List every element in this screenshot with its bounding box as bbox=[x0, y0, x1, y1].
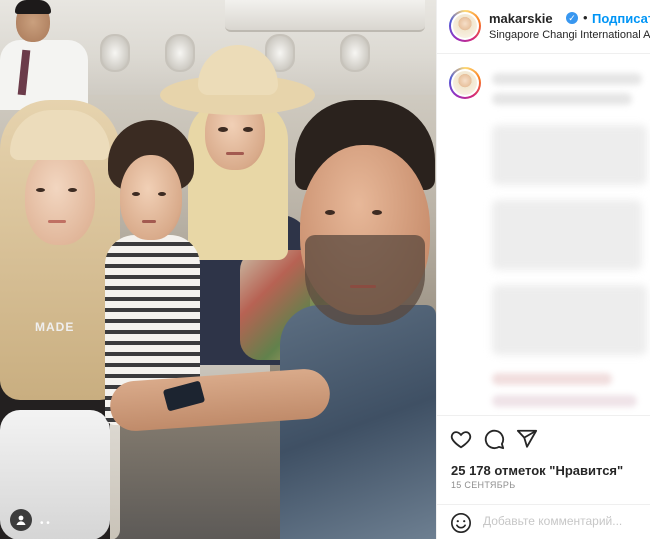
comment-icon[interactable] bbox=[482, 427, 506, 451]
cabin-window bbox=[100, 34, 130, 72]
overhead-bin bbox=[225, 0, 425, 32]
blurred-caption bbox=[492, 125, 647, 185]
man-right bbox=[108, 85, 436, 539]
blurred-caption bbox=[492, 373, 612, 385]
post-date[interactable]: 15 СЕНТЯБРЬ bbox=[451, 480, 515, 490]
avatar[interactable] bbox=[449, 67, 481, 99]
separator-dot: • bbox=[583, 10, 588, 25]
follow-button[interactable]: Подписаться bbox=[592, 11, 650, 26]
likes-count[interactable]: 25 178 отметок "Нравится" bbox=[451, 463, 623, 478]
heart-icon[interactable] bbox=[449, 427, 473, 451]
comment-input[interactable]: Добавьте комментарий... bbox=[483, 514, 622, 528]
photo-dots: • • bbox=[40, 518, 50, 529]
emoji-icon[interactable] bbox=[449, 511, 473, 535]
blurred-caption bbox=[492, 93, 632, 105]
post-sidebar: makarskie ✓ • Подписаться Singapore Chan… bbox=[436, 0, 650, 539]
comment-row: Добавьте комментарий... bbox=[437, 504, 650, 539]
post-photo[interactable]: MADE • • bbox=[0, 0, 436, 539]
location-link[interactable]: Singapore Changi International Airpo bbox=[489, 29, 650, 41]
share-icon[interactable] bbox=[515, 427, 539, 451]
verified-badge-icon: ✓ bbox=[566, 12, 578, 24]
username-link[interactable]: makarskie bbox=[489, 11, 553, 26]
blurred-caption bbox=[492, 395, 637, 407]
post-actions: 25 178 отметок "Нравится" 15 СЕНТЯБРЬ До… bbox=[437, 415, 650, 539]
user-tag-icon[interactable] bbox=[10, 509, 32, 531]
post-header: makarskie ✓ • Подписаться Singapore Chan… bbox=[437, 0, 650, 54]
caption-area bbox=[437, 55, 650, 415]
blurred-caption bbox=[492, 200, 642, 270]
blurred-caption bbox=[492, 73, 642, 85]
blurred-caption bbox=[492, 285, 647, 355]
shirt-print: MADE bbox=[35, 320, 75, 334]
cabin-window bbox=[340, 34, 370, 72]
avatar[interactable] bbox=[449, 10, 481, 42]
